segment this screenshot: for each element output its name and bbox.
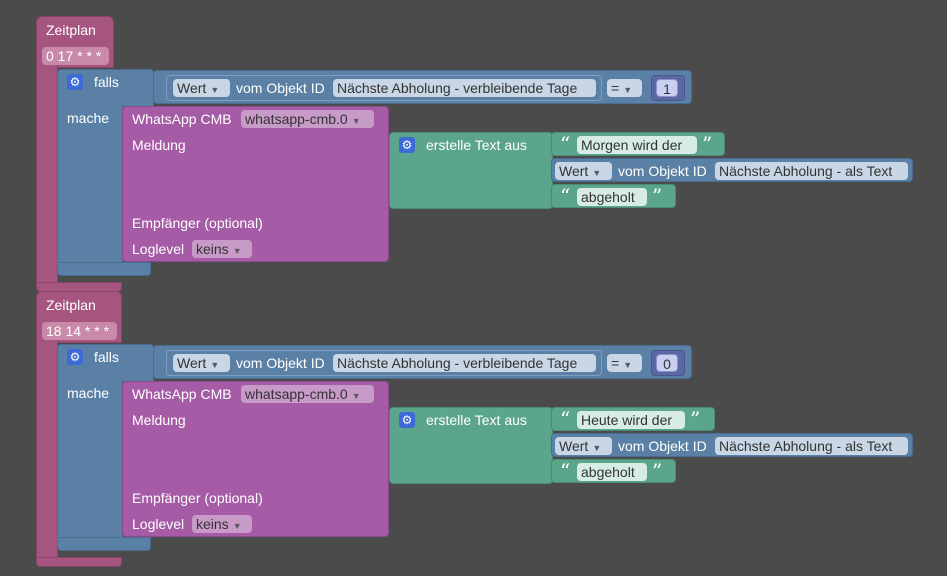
loglevel-value: keins	[196, 241, 229, 257]
whatsapp-block[interactable]	[122, 381, 389, 537]
operator-dropdown[interactable]: = ▼	[607, 354, 642, 372]
gear-icon[interactable]: ⚙	[67, 74, 83, 90]
loglevel-label: Loglevel	[132, 241, 185, 257]
source-dropdown[interactable]: Wert ▼	[173, 354, 230, 372]
number-field[interactable]: 0	[656, 354, 678, 372]
gear-icon[interactable]: ⚙	[399, 137, 415, 153]
source-dropdown[interactable]: Wert ▼	[555, 162, 612, 180]
do-label: mache	[67, 110, 110, 126]
chevron-down-icon: ▼	[210, 360, 220, 370]
if-block-footer	[57, 537, 151, 551]
instance-value: whatsapp-cmb.0	[245, 386, 348, 402]
object-id-field[interactable]: Nächste Abholung - verbleibende Tage	[333, 354, 596, 372]
text-field[interactable]: abgeholt	[577, 463, 647, 481]
operator-value: =	[611, 80, 620, 96]
source-dropdown[interactable]: Wert ▼	[555, 437, 612, 455]
recipient-label: Empfänger (optional)	[132, 215, 263, 231]
chevron-down-icon: ▼	[351, 116, 361, 126]
quote-open-icon: “	[560, 132, 571, 156]
object-id-field[interactable]: Nächste Abholung - als Text	[715, 437, 908, 455]
chevron-down-icon: ▼	[232, 521, 242, 531]
instance-value: whatsapp-cmb.0	[245, 111, 348, 127]
gear-icon[interactable]: ⚙	[67, 349, 83, 365]
quote-open-icon: “	[560, 407, 571, 431]
schedule-footer	[36, 557, 122, 567]
operator-value: =	[611, 355, 620, 371]
whatsapp-title: WhatsApp CMB	[132, 111, 232, 127]
cron-field[interactable]: 0 17 * * *	[42, 47, 109, 65]
chevron-down-icon: ▼	[592, 168, 602, 178]
loglevel-label: Loglevel	[132, 516, 185, 532]
if-block-footer	[57, 262, 151, 276]
whatsapp-block[interactable]	[122, 106, 389, 262]
of-object-label: vom Objekt ID	[618, 163, 707, 179]
quote-open-icon: “	[560, 459, 571, 483]
loglevel-dropdown[interactable]: keins ▼	[192, 240, 252, 258]
operator-dropdown[interactable]: = ▼	[607, 79, 642, 97]
chevron-down-icon: ▼	[232, 246, 242, 256]
schedule-body	[36, 335, 58, 565]
quote-close-icon: ”	[702, 132, 713, 156]
source-value: Wert	[559, 438, 589, 454]
if-label: falls	[94, 349, 119, 365]
of-object-label: vom Objekt ID	[618, 438, 707, 454]
text-field[interactable]: abgeholt	[577, 188, 647, 206]
if-block-body	[57, 380, 123, 540]
recipient-label: Empfänger (optional)	[132, 490, 263, 506]
quote-close-icon: ”	[652, 459, 663, 483]
schedule-label: Zeitplan	[46, 22, 96, 38]
quote-close-icon: ”	[690, 407, 701, 431]
loglevel-dropdown[interactable]: keins ▼	[192, 515, 252, 533]
chevron-down-icon: ▼	[351, 391, 361, 401]
message-label: Meldung	[132, 412, 186, 428]
quote-open-icon: “	[560, 184, 571, 208]
text-join-label: erstelle Text aus	[426, 412, 527, 428]
chevron-down-icon: ▼	[210, 85, 220, 95]
schedule-body	[36, 60, 58, 290]
text-field[interactable]: Heute wird der	[577, 411, 685, 429]
source-value: Wert	[177, 355, 207, 371]
whatsapp-title: WhatsApp CMB	[132, 386, 232, 402]
loglevel-value: keins	[196, 516, 229, 532]
schedule-label: Zeitplan	[46, 297, 96, 313]
chevron-down-icon: ▼	[623, 85, 633, 95]
object-id-field[interactable]: Nächste Abholung - als Text	[715, 162, 908, 180]
of-object-label: vom Objekt ID	[236, 355, 325, 371]
instance-dropdown[interactable]: whatsapp-cmb.0 ▼	[241, 385, 374, 403]
source-value: Wert	[559, 163, 589, 179]
number-field[interactable]: 1	[656, 79, 678, 97]
message-label: Meldung	[132, 137, 186, 153]
instance-dropdown[interactable]: whatsapp-cmb.0 ▼	[241, 110, 374, 128]
do-label: mache	[67, 385, 110, 401]
object-id-field[interactable]: Nächste Abholung - verbleibende Tage	[333, 79, 596, 97]
text-field[interactable]: Morgen wird der	[577, 136, 697, 154]
quote-close-icon: ”	[652, 184, 663, 208]
if-block-body	[57, 105, 123, 265]
source-dropdown[interactable]: Wert ▼	[173, 79, 230, 97]
of-object-label: vom Objekt ID	[236, 80, 325, 96]
chevron-down-icon: ▼	[623, 360, 633, 370]
text-join-label: erstelle Text aus	[426, 137, 527, 153]
source-value: Wert	[177, 80, 207, 96]
if-label: falls	[94, 74, 119, 90]
cron-field[interactable]: 18 14 * * *	[42, 322, 117, 340]
chevron-down-icon: ▼	[592, 443, 602, 453]
gear-icon[interactable]: ⚙	[399, 412, 415, 428]
